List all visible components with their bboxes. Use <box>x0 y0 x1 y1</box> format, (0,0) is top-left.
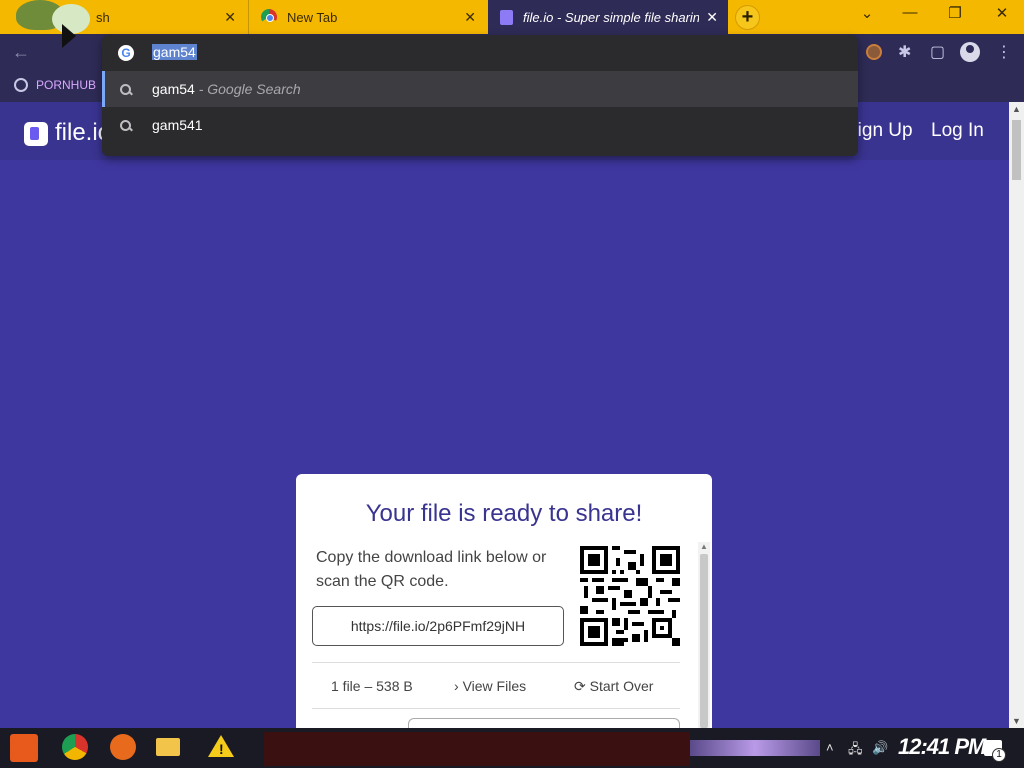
divider <box>312 662 680 663</box>
scrollbar-thumb[interactable] <box>1012 120 1021 180</box>
scroll-down-icon[interactable]: ▼ <box>1012 716 1021 726</box>
suggestion-1-suffix: - Google Search <box>194 81 301 97</box>
tab-2[interactable]: New Tab ✕ <box>248 0 486 34</box>
tab-3-title: file.io - Super simple file sharing <box>523 9 699 25</box>
tab-3-close-icon[interactable]: ✕ <box>706 9 718 25</box>
view-files-label: View Files <box>462 678 527 694</box>
file-info: 1 file – 538 B <box>331 678 413 694</box>
omnibox-dropdown: G gam54 gam54 - Google Search gam541 <box>102 35 858 156</box>
search-icon <box>120 84 132 96</box>
login-link[interactable]: Log In <box>931 120 984 142</box>
start-over-label: Start Over <box>589 678 654 694</box>
qr-code <box>580 546 680 646</box>
taskbar-app-strip[interactable] <box>264 732 690 766</box>
scroll-up-icon[interactable]: ▲ <box>1012 104 1021 114</box>
profile-avatar[interactable] <box>960 42 980 62</box>
card-scrollbar[interactable]: ▲ <box>698 542 710 728</box>
window-close-icon[interactable]: ✕ <box>980 4 1024 22</box>
suggestion-2[interactable]: gam541 <box>102 107 858 143</box>
bookmark-item[interactable]: PORNHUB <box>14 78 96 92</box>
bookmark-label: PORNHUB <box>36 78 97 92</box>
start-icon[interactable] <box>10 734 38 762</box>
side-panel-icon[interactable]: ▢ <box>930 42 945 62</box>
tab-2-title: New Tab <box>287 9 338 25</box>
extensions-icon[interactable]: ✱ <box>898 42 911 62</box>
restore-icon[interactable]: ❐ <box>933 4 977 22</box>
network-icon[interactable]: 🖧 <box>848 740 863 762</box>
card-title: Your file is ready to share! <box>365 500 643 527</box>
share-card: Your file is ready to share! Copy the do… <box>296 474 712 732</box>
download-link-field[interactable]: https://file.io/2p6PFmf29jNH <box>312 606 564 646</box>
card-description: Copy the download link below or scan the… <box>316 549 547 590</box>
firefox-taskbar-icon[interactable] <box>110 734 136 760</box>
new-tab-button[interactable]: + <box>735 5 760 30</box>
tray-chevron-icon[interactable]: ˄ <box>826 740 834 755</box>
extension-avatar-icon[interactable] <box>866 44 882 60</box>
omnibox-input-row[interactable]: G gam54 <box>102 35 858 71</box>
chrome-taskbar-icon[interactable] <box>62 734 88 760</box>
cursor-mascot-icon <box>8 0 108 62</box>
suggestion-1-text: gam54 - Google Search <box>152 81 301 97</box>
start-over-button[interactable]: ⟳ Start Over <box>574 678 653 695</box>
tab-strip: sh ✕ New Tab ✕ file.io - Super simple fi… <box>0 0 1024 34</box>
folder-taskbar-icon[interactable] <box>156 738 180 756</box>
suggestion-1-query: gam54 <box>152 81 195 97</box>
suggestion-2-query: gam541 <box>152 117 203 133</box>
suggestion-1-selected[interactable]: gam54 - Google Search <box>102 71 858 107</box>
chrome-icon <box>261 9 277 25</box>
tab-search-icon[interactable]: ⌄ <box>845 4 889 22</box>
notification-count: 1 <box>992 748 1006 762</box>
chevron-right-icon: › <box>454 678 459 694</box>
address-input-text: gam54 <box>152 44 197 60</box>
card-scroll-up-icon[interactable]: ▲ <box>700 542 708 551</box>
menu-icon[interactable]: ⋮ <box>996 42 1012 62</box>
taskbar-decoration <box>690 740 820 756</box>
google-icon: G <box>118 45 134 61</box>
card-scrollbar-thumb[interactable] <box>700 554 708 728</box>
address-input[interactable]: gam54 <box>152 44 197 60</box>
taskbar-clock[interactable]: 12:41 PM <box>898 734 986 760</box>
cursor-arrow-icon <box>62 24 76 48</box>
volume-icon[interactable]: 🔊 <box>872 740 888 756</box>
tab-1-close-icon[interactable]: ✕ <box>224 9 236 25</box>
globe-icon <box>14 78 28 92</box>
fileio-favicon-icon <box>500 9 513 25</box>
tab-2-close-icon[interactable]: ✕ <box>464 9 476 25</box>
page-scrollbar[interactable]: ▲ ▼ <box>1009 102 1024 728</box>
refresh-icon: ⟳ <box>574 678 586 694</box>
search-icon <box>120 120 132 132</box>
minimize-icon[interactable]: — <box>888 4 932 21</box>
tab-3-active[interactable]: file.io - Super simple file sharing ✕ <box>488 0 728 34</box>
warning-mark: ! <box>219 741 224 757</box>
view-files-button[interactable]: › View Files <box>454 678 526 694</box>
divider <box>312 708 680 709</box>
fileio-logo-icon[interactable] <box>24 122 48 146</box>
